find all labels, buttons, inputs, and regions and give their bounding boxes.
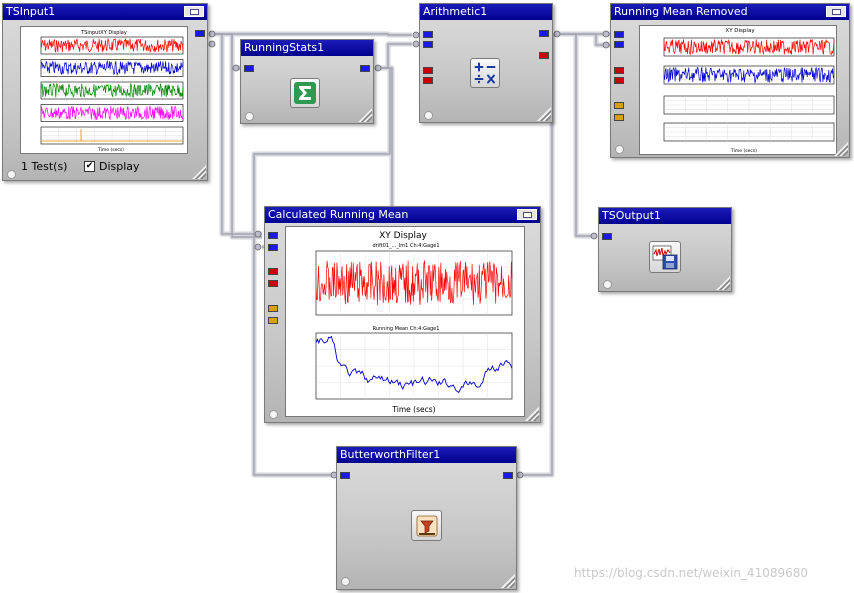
tsinput-resize-grip[interactable]	[192, 165, 206, 179]
crm-titlebar[interactable]: Calculated Running Mean	[265, 207, 540, 223]
arithmetic-node[interactable]: Arithmetic1	[419, 3, 553, 123]
crm-corner-dot[interactable]	[269, 410, 278, 419]
arithmetic-operators-icon[interactable]	[470, 58, 500, 88]
rmr-corner-dot[interactable]	[615, 145, 624, 154]
butterworth-input-port[interactable]	[340, 472, 350, 479]
tsinput-corner-dot[interactable]	[7, 170, 16, 179]
crm-resize-grip[interactable]	[525, 407, 539, 421]
crm-plot: XY Display drift01_..._Im1 Ch:4:Gage1 Ru…	[285, 226, 525, 417]
tsinput-node[interactable]: TSInput1 TSinputXY Display Time (secs) 1…	[2, 3, 208, 181]
rmr-traces	[663, 37, 835, 142]
save-to-disk-icon[interactable]	[649, 241, 681, 273]
watermark-text: https://blog.csdn.net/weixin_41089680	[574, 566, 809, 580]
sigma-icon[interactable]	[290, 78, 320, 108]
tsinput-plot-title: TSinputXY Display	[80, 30, 127, 36]
rmr-input-port-3[interactable]	[614, 67, 624, 74]
runningstats-node[interactable]: RunningStats1	[240, 39, 374, 124]
runningstats-title: RunningStats1	[244, 41, 325, 54]
crm-input-port-1[interactable]	[268, 232, 278, 239]
arithmetic-glyph	[474, 62, 496, 84]
butterworth-resize-grip[interactable]	[501, 574, 515, 588]
arithmetic-corner-dot[interactable]	[424, 111, 433, 120]
rmr-resize-grip[interactable]	[834, 142, 848, 156]
runningstats-input-port[interactable]	[244, 65, 254, 72]
running-mean-removed-titlebar[interactable]: Running Mean Removed	[611, 4, 849, 20]
calculated-running-mean-node[interactable]: Calculated Running Mean XY Display drift…	[264, 206, 541, 423]
rmr-xaxis-label: Time (secs)	[730, 148, 757, 154]
butterworth-title: ButterworthFilter1	[340, 448, 441, 461]
tsinput-plot-svg: TSinputXY Display Time (secs)	[40, 30, 184, 153]
tsoutput-titlebar[interactable]: TSOutput1	[599, 208, 731, 224]
tsinput-traces	[40, 36, 184, 145]
arithmetic-resize-grip[interactable]	[537, 107, 551, 121]
save-glyph	[652, 245, 678, 270]
tsinput-output-port[interactable]	[195, 30, 205, 37]
rmr-input-port-4[interactable]	[614, 77, 624, 84]
crm-input-port-2[interactable]	[268, 244, 278, 251]
crm-input-port-5[interactable]	[268, 305, 278, 312]
butterworth-corner-dot[interactable]	[341, 577, 350, 586]
arithmetic-input-port-3[interactable]	[423, 67, 433, 74]
crm-plot-svg: XY Display drift01_..._Im1 Ch:4:Gage1 Ru…	[315, 231, 513, 414]
crm-input-port-3[interactable]	[268, 268, 278, 275]
tsoutput-resize-grip[interactable]	[716, 276, 730, 290]
crm-window-button[interactable]	[517, 209, 537, 220]
tsinput-plot: TSinputXY Display Time (secs)	[20, 26, 188, 154]
crm-bottom-subtitle: Running Mean Ch:4:Gage1	[373, 326, 440, 332]
runningstats-resize-grip[interactable]	[358, 108, 372, 122]
arithmetic-output-port[interactable]	[539, 30, 549, 37]
rmr-input-port-2[interactable]	[614, 41, 624, 48]
runningstats-corner-dot[interactable]	[245, 112, 254, 121]
rmr-plot-title: XY Display	[725, 28, 755, 34]
sigma-glyph	[294, 82, 316, 104]
arithmetic-input-port-1[interactable]	[423, 31, 433, 38]
tsoutput-input-port[interactable]	[602, 233, 612, 240]
crm-xaxis-label: Time (secs)	[391, 405, 435, 414]
arithmetic-output-port-red[interactable]	[539, 52, 549, 59]
runningstats-titlebar[interactable]: RunningStats1	[241, 40, 373, 56]
running-mean-removed-plot-svg: XY Display Time (secs)	[663, 28, 835, 154]
arithmetic-title: Arithmetic1	[423, 5, 488, 18]
tsoutput-title: TSOutput1	[602, 209, 661, 222]
crm-title: Calculated Running Mean	[268, 208, 409, 221]
crm-top-subtitle: drift01_..._Im1 Ch:4:Gage1	[372, 243, 439, 249]
tsoutput-corner-dot[interactable]	[603, 280, 612, 289]
crm-input-port-6[interactable]	[268, 317, 278, 324]
running-mean-removed-window-button[interactable]	[826, 6, 846, 17]
arithmetic-input-port-2[interactable]	[423, 41, 433, 48]
butterworth-output-port[interactable]	[503, 472, 513, 479]
display-checkbox-label: Display	[99, 160, 140, 173]
tsinput-status-text: 1 Test(s)	[21, 160, 68, 173]
crm-plot-title: XY Display	[379, 231, 427, 241]
tsinput-window-button[interactable]	[184, 6, 204, 17]
rmr-input-port-1[interactable]	[614, 31, 624, 38]
filter-glyph	[416, 515, 437, 536]
running-mean-removed-plot: XY Display Time (secs)	[639, 25, 837, 155]
rmr-input-port-5[interactable]	[614, 102, 624, 109]
arithmetic-input-port-4[interactable]	[423, 77, 433, 84]
butterworth-node[interactable]: ButterworthFilter1	[336, 446, 517, 590]
filter-icon[interactable]	[411, 510, 442, 541]
rmr-input-port-6[interactable]	[614, 114, 624, 121]
tsinput-titlebar[interactable]: TSInput1	[3, 4, 207, 20]
crm-traces	[315, 250, 513, 400]
display-checkbox[interactable]: ✔	[84, 161, 95, 172]
running-mean-removed-title: Running Mean Removed	[614, 5, 748, 18]
tsoutput-node[interactable]: TSOutput1	[598, 207, 732, 292]
tsinput-title: TSInput1	[6, 5, 56, 18]
arithmetic-titlebar[interactable]: Arithmetic1	[420, 4, 552, 20]
tsinput-xaxis-label: Time (secs)	[97, 147, 124, 153]
crm-input-port-4[interactable]	[268, 280, 278, 287]
runningstats-output-port[interactable]	[360, 65, 370, 72]
butterworth-titlebar[interactable]: ButterworthFilter1	[337, 447, 516, 463]
running-mean-removed-node[interactable]: Running Mean Removed XY Display Time (se…	[610, 3, 850, 158]
